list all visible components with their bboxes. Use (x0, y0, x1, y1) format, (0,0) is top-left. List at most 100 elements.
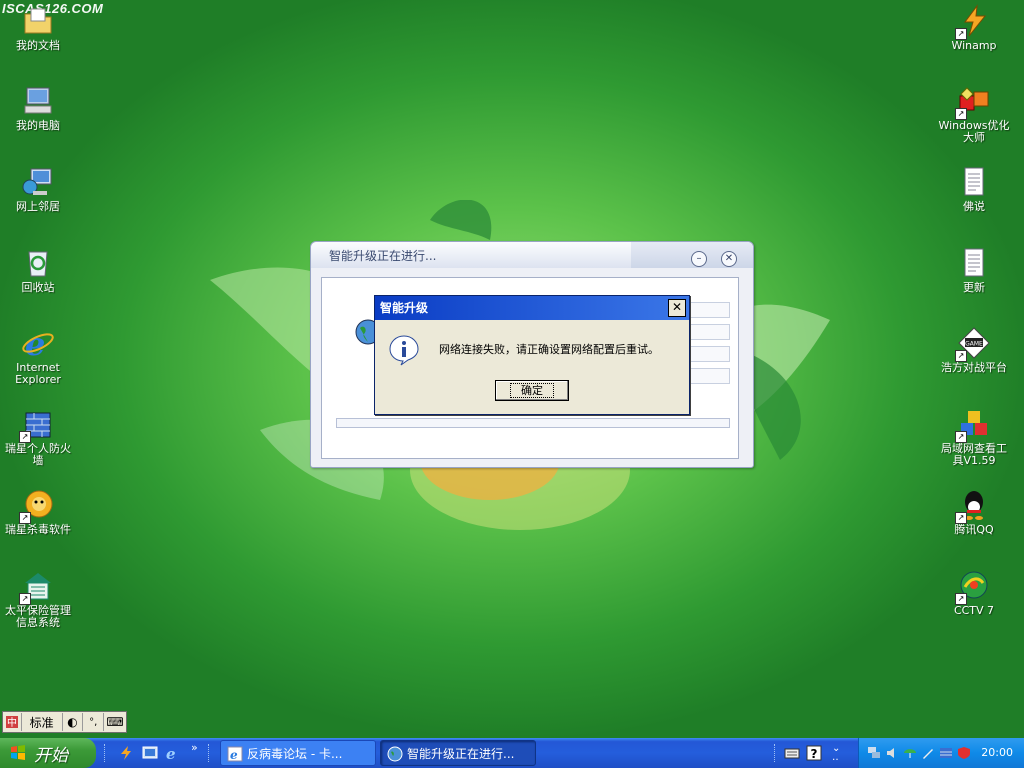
shortcut-arrow-icon: ↗ (955, 512, 967, 524)
quicklaunch-winamp-icon[interactable] (118, 745, 134, 761)
message-dialog: 智能升级 ✕ 网络连接失败，请正确设置网络配置后重试。 确定 (374, 295, 690, 415)
computer-icon (21, 84, 55, 118)
progress-bar (336, 418, 730, 428)
icon-label: 瑞星杀毒软件 (5, 523, 71, 536)
language-bar-options-icon[interactable]: ⌄ ‥ (832, 744, 840, 763)
ime-keyboard-icon[interactable]: ⌨ (104, 713, 126, 731)
toolbar-grip[interactable] (774, 744, 777, 762)
keyboard-icon[interactable] (784, 745, 800, 761)
ok-button[interactable]: 确定 (495, 380, 569, 401)
internet-explorer-icon: e (21, 325, 55, 363)
icon-label: 我的文档 (16, 39, 60, 52)
message-text: 网络连接失败，请正确设置网络配置后重试。 (439, 343, 659, 356)
ie-window-icon: e (227, 746, 243, 762)
lan-tool-icon: ↗ (955, 407, 991, 443)
desktop-icon-my-computer[interactable]: 我的电脑 (0, 84, 76, 132)
start-label: 开始 (34, 746, 68, 766)
quicklaunch-ie-icon[interactable]: e (164, 745, 180, 761)
shortcut-arrow-icon: ↗ (955, 431, 967, 443)
network-connection-icon[interactable] (867, 746, 881, 760)
help-icon[interactable]: ? (806, 745, 822, 761)
icon-label: 太平保险管理信息系统 (5, 604, 71, 629)
icon-label: 浩方对战平台 (941, 361, 1007, 374)
cctv-icon: ↗ (955, 569, 991, 605)
desktop-icon-network[interactable]: 网上邻居 (0, 165, 76, 213)
desktop-icon-antivirus[interactable]: ↗ 瑞星杀毒软件 (0, 488, 76, 536)
close-button[interactable]: ✕ (721, 251, 737, 267)
desktop-icon-internet-explorer[interactable]: e Internet Explorer (0, 325, 76, 386)
svg-text:GAME: GAME (965, 341, 983, 348)
ime-logo-icon[interactable]: 中 (3, 713, 22, 731)
quicklaunch-show-desktop-icon[interactable] (142, 745, 158, 761)
desktop-icon-update[interactable]: 更新 (936, 246, 1012, 294)
start-button[interactable]: 开始 (0, 738, 96, 768)
taskbar-button-upgrade[interactable]: 智能升级正在进行... (380, 740, 536, 766)
icon-label: 更新 (963, 281, 985, 294)
icon-label: 瑞星个人防火墙 (5, 442, 71, 467)
clock[interactable]: 20:00 (981, 746, 1013, 759)
taskbar-button-forum[interactable]: e 反病毒论坛 - 卡... (220, 740, 376, 766)
desktop-icon-lan-tool[interactable]: ↗ 局域网查看工具V1.59 (936, 407, 1012, 467)
desktop-icon-winamp[interactable]: ↗ Winamp (936, 4, 1012, 52)
documents-icon (21, 4, 55, 38)
notepad-doc-icon (957, 246, 991, 280)
icon-label: 我的电脑 (16, 119, 60, 132)
volume-icon[interactable] (885, 746, 899, 760)
desktop-icon-recycle-bin[interactable]: 回收站 (0, 246, 76, 294)
desktop-icon-windows-optimizer[interactable]: ↗ Windows优化大师 (936, 84, 1012, 144)
icon-label: 回收站 (21, 281, 55, 294)
desktop-icon-insurance-system[interactable]: ↗ 太平保险管理信息系统 (0, 569, 76, 629)
ime-mode-label[interactable]: 标准 (22, 713, 63, 731)
dialog-close-button[interactable]: ✕ (668, 299, 686, 317)
globe-icon (387, 746, 403, 762)
desktop-icon-cctv7[interactable]: ↗ CCTV 7 (936, 569, 1012, 617)
shortcut-arrow-icon: ↗ (19, 512, 31, 524)
pen-icon[interactable] (921, 746, 935, 760)
desktop-icon-firewall[interactable]: ↗ 瑞星个人防火墙 (0, 407, 76, 467)
desktop-icon-my-documents[interactable]: 我的文档 (0, 4, 76, 52)
icon-label: 佛说 (963, 200, 985, 213)
winamp-icon: ↗ (955, 4, 991, 40)
taskbar-grip[interactable] (208, 744, 211, 762)
quicklaunch-overflow-icon[interactable]: » (191, 741, 198, 754)
desktop: ISCAS126.COM 我的文档 我的电脑 网上邻居 回收站 e Intern… (0, 0, 1024, 738)
taskbar-button-label: 反病毒论坛 - 卡... (247, 747, 343, 761)
icon-label: Windows优化大师 (938, 119, 1010, 144)
shortcut-arrow-icon: ↗ (955, 28, 967, 40)
quicklaunch-grip[interactable] (104, 744, 107, 762)
minimize-button[interactable]: – (691, 251, 707, 267)
svg-text:?: ? (811, 747, 818, 761)
info-icon (389, 335, 419, 366)
shortcut-arrow-icon: ↗ (19, 431, 31, 443)
ime-halfwidth-moon-icon[interactable]: ◐ (63, 713, 84, 731)
upgrade-window-title: 智能升级正在进行... (329, 249, 437, 263)
taskbar-button-label: 智能升级正在进行... (407, 747, 515, 761)
taskbar: 开始 e » e 反病毒论坛 - 卡... 智能升级正在进行... ? ⌄ ‥ 2… (0, 738, 1024, 768)
recycle-bin-icon (21, 246, 55, 280)
antivirus-icon: ↗ (19, 488, 55, 524)
svg-text:e: e (230, 748, 238, 762)
desktop-icon-qq[interactable]: ↗ 腾讯QQ (936, 488, 1012, 536)
network-icon (21, 165, 55, 199)
notepad-doc-icon (957, 165, 991, 199)
firewall-icon: ↗ (19, 407, 55, 443)
svg-text:中: 中 (7, 716, 17, 729)
shortcut-arrow-icon: ↗ (955, 108, 967, 120)
shortcut-arrow-icon: ↗ (19, 593, 31, 605)
firewall-tray-icon[interactable] (939, 746, 953, 760)
svg-text:e: e (166, 745, 176, 761)
message-dialog-title[interactable]: 智能升级 (375, 296, 689, 320)
icon-label: 局域网查看工具V1.59 (941, 442, 1007, 467)
desktop-icon-foshuo[interactable]: 佛说 (936, 165, 1012, 213)
icon-label: Internet Explorer (15, 361, 61, 386)
icon-label: Winamp (951, 39, 997, 52)
antivirus-tray-icon[interactable] (957, 746, 971, 760)
umbrella-icon[interactable] (903, 746, 917, 760)
ime-punctuation-icon[interactable]: °, (83, 713, 105, 731)
desktop-icon-game-platform[interactable]: GAME ↗ 浩方对战平台 (936, 326, 1012, 374)
ok-button-label: 确定 (510, 383, 554, 398)
ime-toolbar: 中 标准 ◐ °, ⌨ (2, 711, 127, 733)
game-platform-icon: GAME ↗ (955, 326, 991, 362)
upgrade-window-titlebar[interactable]: 智能升级正在进行... – ✕ (311, 242, 753, 268)
optimizer-icon: ↗ (955, 84, 991, 120)
